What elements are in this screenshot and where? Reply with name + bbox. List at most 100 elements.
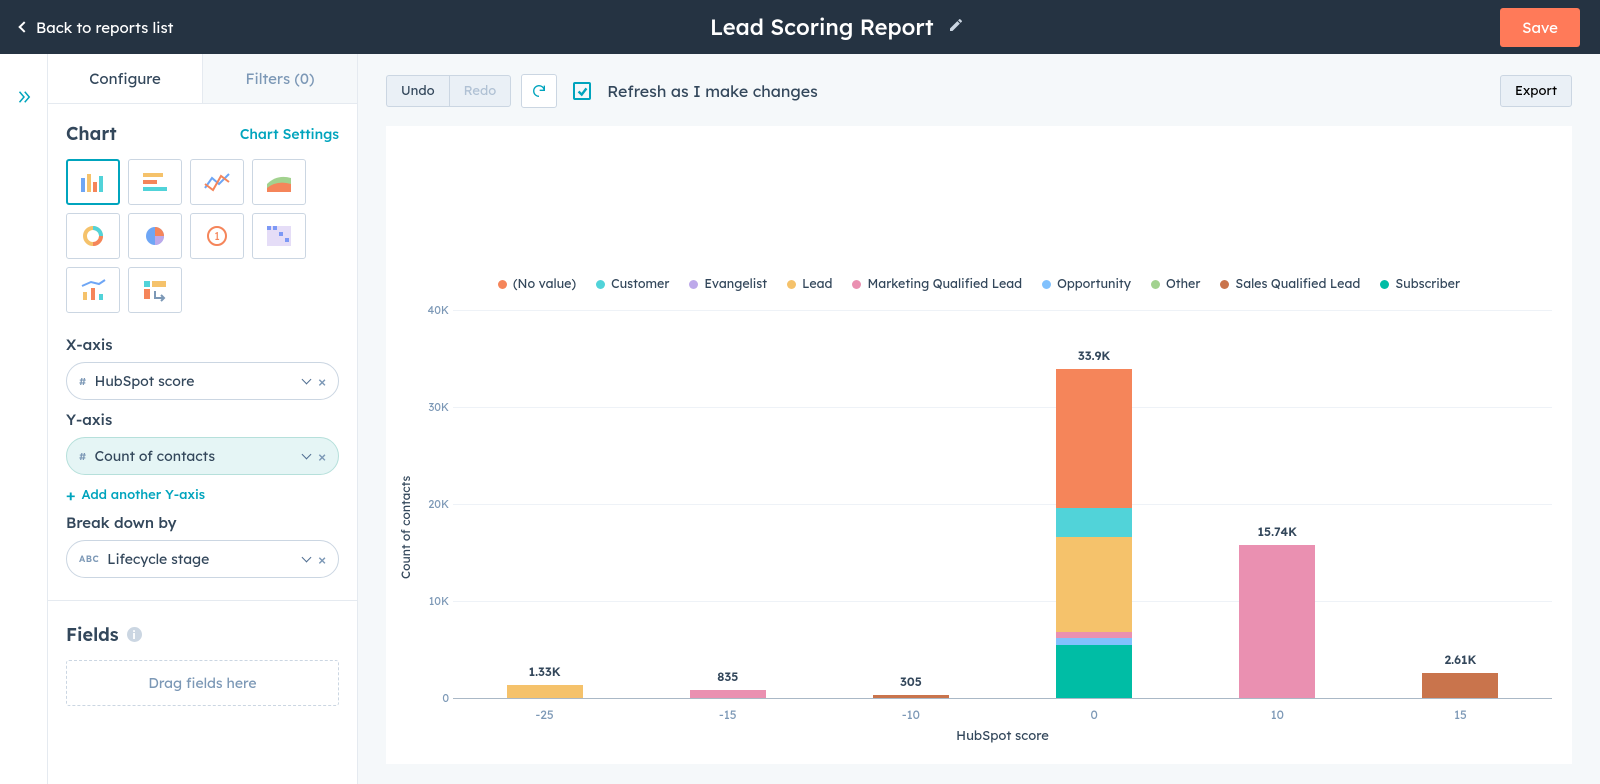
chevron-down-icon <box>302 553 312 563</box>
plus-icon: + <box>66 487 76 503</box>
stacked-bar[interactable] <box>1422 310 1498 698</box>
chart-settings-link[interactable]: Chart Settings <box>240 125 339 143</box>
legend-label: Opportunity <box>1057 276 1131 292</box>
save-button[interactable]: Save <box>1500 8 1580 47</box>
bar-segment <box>1056 537 1132 632</box>
fields-dropzone[interactable]: Drag fields here <box>66 660 339 706</box>
yaxis-field-pill[interactable]: # Count of contacts × <box>66 437 339 475</box>
chart-type-kpi[interactable]: 1 <box>190 213 244 259</box>
fields-heading: Fields i <box>66 623 339 646</box>
legend-item[interactable]: Sales Qualified Lead <box>1220 276 1360 292</box>
bar-total-label: 305 <box>900 674 922 689</box>
breakdown-field-pill[interactable]: ABC Lifecycle stage × <box>66 540 339 578</box>
expand-panel-icon[interactable] <box>15 88 33 784</box>
legend-label: Evangelist <box>704 276 767 292</box>
configure-sidebar: Configure Filters (0) Chart Chart Settin… <box>48 54 358 784</box>
chart-container: (No value) Customer Evangelist Lead Marketin… <box>386 126 1572 764</box>
bar-slot: 33.9K <box>1003 310 1186 698</box>
chart-type-line[interactable] <box>190 159 244 205</box>
stacked-bar[interactable] <box>873 310 949 698</box>
legend-item[interactable]: Other <box>1151 276 1200 292</box>
chart-section-head: Chart Chart Settings <box>66 122 339 145</box>
x-tick: 10 <box>1186 707 1369 722</box>
chart-type-bar[interactable] <box>66 159 120 205</box>
y-tick: 30K <box>415 400 449 414</box>
stacked-bar[interactable] <box>507 310 583 698</box>
yaxis-field-name: Count of contacts <box>95 447 296 465</box>
legend-label: Customer <box>611 276 669 292</box>
bar-segment <box>690 690 766 698</box>
remove-xaxis-icon[interactable]: × <box>318 373 326 389</box>
bar-slot: 1.33K <box>453 310 636 698</box>
remove-yaxis-icon[interactable]: × <box>318 448 326 464</box>
back-to-reports-link[interactable]: Back to reports list <box>20 18 173 37</box>
legend-item[interactable]: (No value) <box>498 276 576 292</box>
title-wrap: Lead Scoring Report <box>710 13 964 41</box>
export-button[interactable]: Export <box>1500 75 1572 107</box>
bar-slot: 2.61K <box>1369 310 1552 698</box>
main: Configure Filters (0) Chart Chart Settin… <box>0 54 1600 784</box>
chart-type-hbar[interactable] <box>128 159 182 205</box>
chart-legend: (No value) Customer Evangelist Lead Marketin… <box>386 126 1572 310</box>
legend-dot <box>596 280 605 289</box>
chart-type-combo[interactable] <box>66 267 120 313</box>
legend-dot <box>689 280 698 289</box>
x-tick: 15 <box>1369 707 1552 722</box>
chevron-down-icon <box>302 375 312 385</box>
svg-text:1: 1 <box>214 229 220 243</box>
refresh-button[interactable] <box>521 74 557 108</box>
legend-dot <box>1220 280 1229 289</box>
chart-type-donut[interactable] <box>66 213 120 259</box>
x-tick: -25 <box>453 707 636 722</box>
legend-label: Lead <box>802 276 832 292</box>
bar-total-label: 835 <box>717 669 738 684</box>
xaxis-field-pill[interactable]: # HubSpot score × <box>66 362 339 400</box>
auto-refresh-checkbox[interactable] <box>573 82 591 100</box>
edit-title-icon[interactable] <box>948 17 964 37</box>
undo-button[interactable]: Undo <box>386 75 449 107</box>
legend-dot <box>1151 280 1160 289</box>
info-icon[interactable]: i <box>127 627 142 642</box>
chart-type-area[interactable] <box>252 159 306 205</box>
bar-total-label: 33.9K <box>1078 348 1110 363</box>
chart-type-heatmap[interactable] <box>252 213 306 259</box>
tab-filters[interactable]: Filters (0) <box>203 54 357 103</box>
chevron-left-icon <box>18 21 29 32</box>
bar-segment <box>873 695 949 698</box>
add-yaxis-label: Add another Y-axis <box>82 487 206 503</box>
y-tick: 10K <box>415 594 449 608</box>
redo-button[interactable]: Redo <box>449 75 512 107</box>
legend-item[interactable]: Lead <box>787 276 832 292</box>
chart-type-pivot[interactable] <box>128 267 182 313</box>
x-tick: 0 <box>1003 707 1186 722</box>
legend-label: Marketing Qualified Lead <box>867 276 1022 292</box>
y-tick: 40K <box>415 303 449 317</box>
bar-segment <box>1056 638 1132 645</box>
stacked-bar[interactable] <box>1056 310 1132 698</box>
tab-configure[interactable]: Configure <box>48 54 203 103</box>
legend-item[interactable]: Marketing Qualified Lead <box>852 276 1022 292</box>
bar-slot: 835 <box>636 310 819 698</box>
legend-item[interactable]: Subscriber <box>1380 276 1460 292</box>
number-icon: # <box>79 375 87 388</box>
legend-item[interactable]: Evangelist <box>689 276 767 292</box>
legend-item[interactable]: Opportunity <box>1042 276 1131 292</box>
toolbar: Undo Redo Refresh as I make changes Expo… <box>386 74 1572 108</box>
legend-label: Subscriber <box>1395 276 1460 292</box>
bar-slot: 15.74K <box>1186 310 1369 698</box>
legend-item[interactable]: Customer <box>596 276 669 292</box>
divider <box>48 600 357 601</box>
bar-total-label: 2.61K <box>1445 652 1477 667</box>
bar-segment <box>1056 645 1132 698</box>
breakdown-field-name: Lifecycle stage <box>107 550 295 568</box>
remove-breakdown-icon[interactable]: × <box>318 551 326 567</box>
bar-total-label: 15.74K <box>1258 524 1297 539</box>
add-yaxis-link[interactable]: + Add another Y-axis <box>66 487 339 503</box>
legend-dot <box>787 280 796 289</box>
chart-type-pie[interactable] <box>128 213 182 259</box>
bar-segment <box>1056 369 1132 508</box>
legend-label: Sales Qualified Lead <box>1235 276 1360 292</box>
stacked-bar[interactable] <box>1239 310 1315 698</box>
stacked-bar[interactable] <box>690 310 766 698</box>
y-tick: 20K <box>415 497 449 511</box>
